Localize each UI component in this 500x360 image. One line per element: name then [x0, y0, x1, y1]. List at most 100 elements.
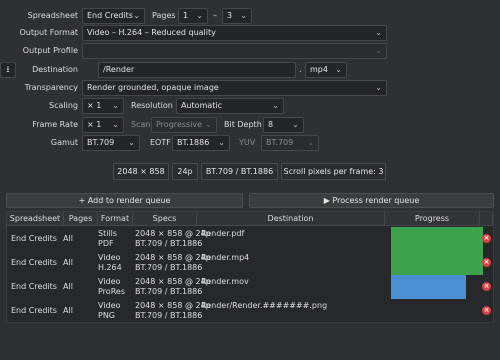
spreadsheet-select[interactable]: End Credits ⌄: [82, 8, 145, 24]
chevron-down-icon: ⌄: [375, 83, 382, 92]
progress-bar: [391, 227, 483, 251]
pages-from-select[interactable]: 1 ⌄: [178, 8, 208, 24]
row-specs-size: 2048 × 858 @ 24p: [135, 301, 211, 310]
info-resolution: 2048 × 858: [113, 163, 169, 180]
transparency-value: Render grounded, opaque image: [87, 83, 219, 92]
row-destination: Render/Render.#######.png: [201, 301, 328, 310]
row-pages: All: [63, 258, 73, 267]
row-destination: Render.mp4: [201, 253, 250, 262]
bit-depth-select[interactable]: 8 ⌄: [263, 117, 304, 133]
chevron-down-icon: ⌄: [205, 120, 212, 129]
scan-label: Scan: [131, 120, 151, 129]
output-format-select[interactable]: Video – H.264 – Reduced quality ⌄: [82, 25, 387, 41]
table-row[interactable]: End Credits All Stills PDF 2048 × 858 @ …: [7, 227, 493, 251]
progress-bar: [391, 251, 483, 275]
header-destination[interactable]: Destination: [197, 212, 385, 226]
chevron-down-icon: ⌄: [218, 138, 225, 147]
scan-select[interactable]: Progressive ⌄: [151, 117, 217, 133]
table-row[interactable]: End Credits All Video ProRes 2048 × 858 …: [7, 275, 493, 299]
row-pages: All: [63, 306, 73, 315]
transparency-select[interactable]: Render grounded, opaque image ⌄: [82, 80, 387, 96]
row-spreadsheet: End Credits: [11, 234, 57, 243]
frame-rate-label: Frame Rate: [32, 120, 78, 129]
chevron-down-icon: ⌄: [112, 101, 119, 110]
chevron-down-icon: ⌄: [375, 28, 382, 37]
scan-value: Progressive: [156, 120, 203, 129]
chevron-down-icon: ⌄: [112, 120, 119, 129]
gamut-label: Gamut: [50, 138, 78, 147]
output-format-label: Output Format: [19, 28, 78, 37]
chevron-down-icon: ⌄: [133, 11, 140, 20]
scaling-value: × 1: [87, 101, 102, 110]
row-format-codec: ProRes: [98, 287, 125, 296]
scaling-select[interactable]: × 1 ⌄: [82, 98, 124, 114]
pages-separator: –: [213, 11, 217, 20]
row-specs-color: BT.709 / BT.1886: [135, 287, 203, 296]
eotf-label: EOTF: [150, 138, 171, 147]
table-row[interactable]: End Credits All Video H.264 2048 × 858 @…: [7, 251, 493, 275]
header-specs[interactable]: Specs: [133, 212, 197, 226]
pages-to-select[interactable]: 3 ⌄: [222, 8, 252, 24]
yuv-select[interactable]: BT.709 ⌄: [261, 135, 319, 151]
output-format-value: Video – H.264 – Reduced quality: [87, 28, 216, 37]
output-profile-select[interactable]: ⌄: [82, 43, 387, 59]
row-format-type: Video: [98, 253, 121, 262]
gamut-select[interactable]: BT.709 ⌄: [82, 135, 140, 151]
pages-to-value: 3: [227, 11, 233, 20]
yuv-label: YUV: [239, 138, 256, 147]
row-format-type: Video: [98, 277, 121, 286]
chevron-down-icon: ⌄: [292, 120, 299, 129]
row-pages: All: [63, 234, 73, 243]
eotf-select[interactable]: BT.1886 ⌄: [172, 135, 230, 151]
header-format[interactable]: Format: [98, 212, 133, 226]
remove-icon[interactable]: ×: [482, 258, 491, 267]
destination-value: /Render: [103, 65, 135, 74]
header-pages[interactable]: Pages: [64, 212, 98, 226]
scaling-label: Scaling: [49, 101, 78, 110]
process-render-queue-button[interactable]: ▶ Process render queue: [249, 193, 494, 208]
row-destination: Render.pdf: [201, 229, 245, 238]
row-specs-size: 2048 × 858 @ 24p: [135, 277, 211, 286]
resolution-select[interactable]: Automatic ⌄: [176, 98, 284, 114]
row-pages: All: [63, 282, 73, 291]
progress-bar: [391, 275, 466, 299]
row-format-type: Video: [98, 301, 121, 310]
render-queue-table: Spreadsheet Pages Format Specs Destinati…: [6, 211, 494, 323]
header-progress[interactable]: Progress: [385, 212, 480, 226]
remove-icon[interactable]: ×: [482, 306, 491, 315]
chevron-down-icon: ⌄: [335, 65, 342, 74]
extension-select[interactable]: mp4 ⌄: [305, 62, 347, 78]
yuv-value: BT.709: [266, 138, 294, 147]
chevron-down-icon: ⌄: [196, 11, 203, 20]
folder-icon[interactable]: ⭳: [0, 62, 16, 78]
row-specs-color: BT.709 / BT.1886: [135, 311, 203, 320]
row-spreadsheet: End Credits: [11, 258, 57, 267]
output-profile-label: Output Profile: [22, 46, 78, 55]
table-row[interactable]: End Credits All Video PNG 2048 × 858 @ 2…: [7, 299, 493, 323]
row-spreadsheet: End Credits: [11, 282, 57, 291]
info-fps: 24p: [172, 163, 198, 180]
remove-icon[interactable]: ×: [482, 234, 491, 243]
pages-label: Pages: [152, 11, 176, 20]
row-specs-color: BT.709 / BT.1886: [135, 263, 203, 272]
eotf-value: BT.1886: [177, 138, 210, 147]
destination-dot: .: [299, 65, 302, 74]
row-specs-color: BT.709 / BT.1886: [135, 239, 203, 248]
row-format-type: Stills: [98, 229, 118, 238]
destination-input[interactable]: /Render: [98, 62, 296, 78]
transparency-label: Transparency: [24, 83, 78, 92]
resolution-label: Resolution: [131, 101, 173, 110]
row-format-codec: PNG: [98, 311, 116, 320]
row-destination: Render.mov: [201, 277, 249, 286]
frame-rate-select[interactable]: × 1 ⌄: [82, 117, 124, 133]
row-specs-size: 2048 × 858 @ 24p: [135, 253, 211, 262]
header-spreadsheet[interactable]: Spreadsheet: [7, 212, 64, 226]
pages-from-value: 1: [183, 11, 189, 20]
row-spreadsheet: End Credits: [11, 306, 57, 315]
chevron-down-icon: ⌄: [240, 11, 247, 20]
info-scroll: Scroll pixels per frame: 3: [281, 163, 386, 180]
bit-depth-value: 8: [268, 120, 274, 129]
remove-icon[interactable]: ×: [482, 282, 491, 291]
bit-depth-label: Bit Depth: [224, 120, 262, 129]
add-to-render-queue-button[interactable]: + Add to render queue: [6, 193, 243, 208]
